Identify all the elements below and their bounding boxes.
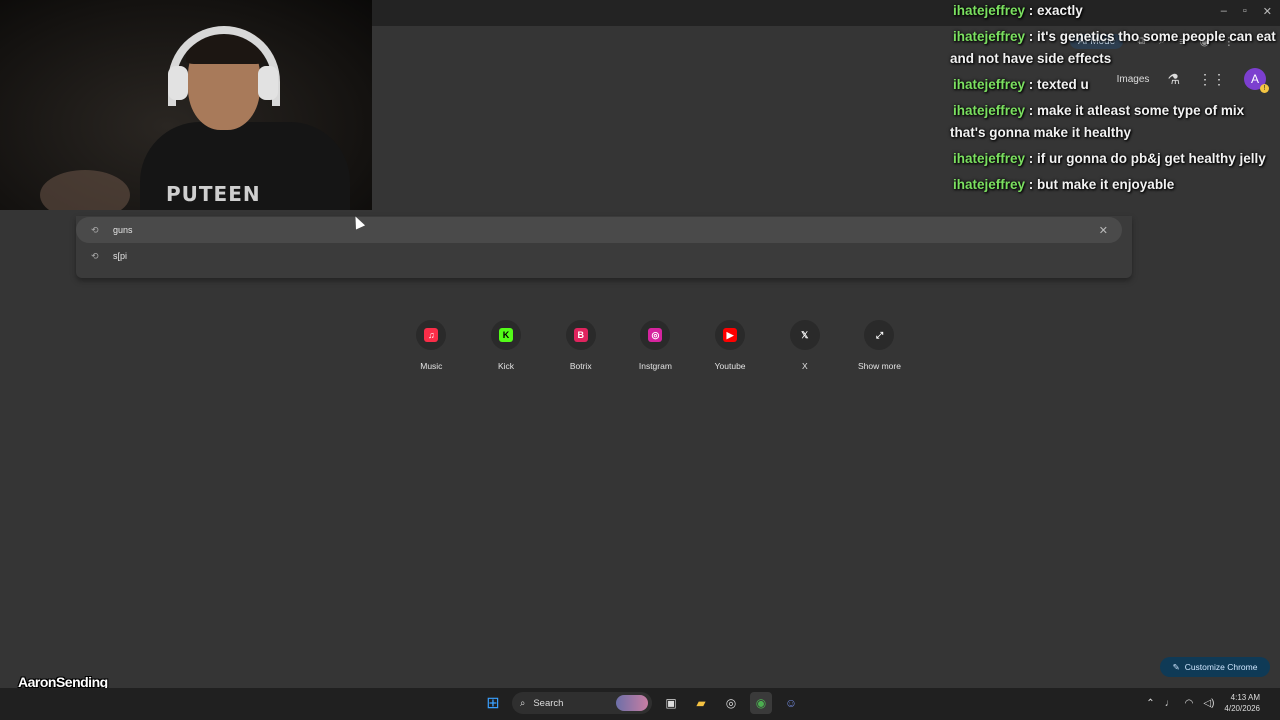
- chat-username: ihatejeffrey: [953, 3, 1026, 18]
- chat-username: ihatejeffrey: [953, 77, 1026, 92]
- history-icon: ⟲: [91, 250, 99, 261]
- headphone-left-cup: [168, 66, 188, 100]
- shirt-print: PUTEEN: [166, 182, 261, 206]
- shortcut-label: Botrix: [569, 361, 592, 371]
- shortcut-tile[interactable]: K Kick: [469, 320, 544, 371]
- x-icon: 𝕏: [797, 328, 812, 342]
- microphone-icon[interactable]: ♩: [1165, 698, 1175, 709]
- shortcut-label: Youtube: [714, 361, 746, 371]
- shortcut-tile[interactable]: ◎ Instgram: [618, 320, 693, 371]
- chat-separator: :: [1025, 29, 1038, 44]
- shortcut-tiles: ♫ Music K Kick B Botrix ◎ Instgram ▶ Youtube 𝕏 X ⤢ Sh…: [394, 320, 917, 371]
- shortcut-tile[interactable]: ♫ Music: [394, 320, 469, 371]
- shortcut-icon-circle: ▶: [715, 320, 746, 350]
- instagram-icon: ◎: [648, 328, 663, 342]
- shortcut-icon-circle: ⤢: [864, 320, 895, 350]
- shortcut-tile[interactable]: ▶ Youtube: [693, 320, 768, 371]
- chat-separator: :: [1025, 151, 1038, 166]
- shortcut-tile[interactable]: B Botrix: [543, 320, 618, 371]
- youtube-icon: ▶: [723, 328, 738, 342]
- chat-message: ihatejeffrey : exactly: [950, 0, 1280, 22]
- chat-message: ihatejeffrey : make it atleast some type…: [950, 100, 1280, 144]
- windows-taskbar: ⊞ ⌕ Search ▣ ▰ ◎ ◉ ☺ ⌃ ♩ ◠ ◁) 4:13 AM 4/…: [0, 688, 1280, 720]
- clock-date: 4/20/2026: [1224, 704, 1260, 713]
- chat-separator: :: [1025, 77, 1038, 92]
- chat-username: ihatejeffrey: [953, 151, 1026, 166]
- chat-text: exactly: [1037, 3, 1083, 18]
- shortcut-icon-circle: K: [491, 320, 522, 350]
- chat-message: ihatejeffrey : texted u: [950, 74, 1280, 96]
- discord-icon[interactable]: ☺: [780, 692, 802, 714]
- shortcut-icon-circle: ◎: [640, 320, 671, 350]
- chat-separator: :: [1025, 103, 1038, 118]
- history-icon: ⟲: [91, 224, 99, 235]
- chat-text: but make it enjoyable: [1037, 177, 1175, 192]
- pencil-icon: ✎: [1172, 661, 1180, 672]
- taskbar-apps: ⊞ ⌕ Search ▣ ▰ ◎ ◉ ☺: [482, 692, 802, 714]
- search-icon: ⌕: [520, 697, 526, 709]
- shortcut-icon-circle: 𝕏: [789, 320, 820, 350]
- shortcut-icon-circle: B: [565, 320, 596, 350]
- system-tray: ⌃ ♩ ◠ ◁) 4:13 AM 4/20/2026: [1146, 692, 1260, 714]
- shortcut-label: Music: [420, 361, 443, 371]
- chat-message: ihatejeffrey : if ur gonna do pb&j get h…: [950, 148, 1280, 170]
- shortcut-label: Kick: [498, 361, 515, 371]
- customize-chrome-label: Customize Chrome: [1184, 662, 1258, 672]
- shortcut-icon-circle: ♫: [416, 320, 447, 350]
- suggestion-text: guns: [113, 225, 133, 235]
- shortcut-label: Instgram: [638, 361, 672, 371]
- taskbar-search-box[interactable]: ⌕ Search: [512, 692, 652, 714]
- chat-username: ihatejeffrey: [953, 177, 1026, 192]
- remove-suggestion-icon[interactable]: ✕: [1099, 224, 1108, 237]
- chat-separator: :: [1025, 177, 1038, 192]
- obs-icon[interactable]: ◎: [720, 692, 742, 714]
- chat-message: ihatejeffrey : it's genetics tho some pe…: [950, 26, 1280, 70]
- chat-text: texted u: [1037, 77, 1089, 92]
- chrome-icon[interactable]: ◉: [750, 692, 772, 714]
- shortcut-label: Show more: [857, 361, 901, 371]
- volume-icon[interactable]: ◁): [1203, 698, 1214, 709]
- expand-icon: ⤢: [872, 328, 887, 342]
- windows-start-icon[interactable]: ⊞: [482, 692, 504, 714]
- shortcut-tile[interactable]: ⤢ Show more: [842, 320, 917, 371]
- shortcut-tile[interactable]: 𝕏X: [767, 320, 842, 371]
- search-suggestions-dropdown: ⟲ guns ✕ ⟲ s[pi: [76, 216, 1132, 278]
- chat-username: ihatejeffrey: [953, 103, 1026, 118]
- botrix-icon: B: [573, 328, 588, 342]
- task-view-icon[interactable]: ▣: [660, 692, 682, 714]
- webcam-overlay: PUTEEN: [0, 0, 372, 210]
- search-highlight-image: [616, 695, 648, 711]
- music-icon: ♫: [424, 328, 439, 342]
- shortcut-label: X: [801, 361, 808, 371]
- clock[interactable]: 4:13 AM 4/20/2026: [1224, 692, 1260, 714]
- tray-chevron-icon[interactable]: ⌃: [1146, 698, 1154, 709]
- suggestion-text: s[pi: [113, 251, 128, 261]
- file-explorer-icon[interactable]: ▰: [690, 692, 712, 714]
- suggestion-row[interactable]: ⟲ s[pi: [76, 243, 1122, 269]
- chat-text: if ur gonna do pb&j get healthy jelly: [1037, 151, 1266, 166]
- taskbar-search-label: Search: [533, 697, 564, 709]
- kick-icon: K: [499, 328, 514, 342]
- stream-chat-overlay: ihatejeffrey : exactly ihatejeffrey : it'…: [950, 0, 1280, 200]
- chat-message: ihatejeffrey : but make it enjoyable: [950, 174, 1280, 196]
- chat-username: ihatejeffrey: [953, 29, 1026, 44]
- webcam-hand-blur: [40, 170, 130, 210]
- clock-time: 4:13 AM: [1230, 693, 1260, 702]
- suggestion-row[interactable]: ⟲ guns ✕: [76, 217, 1122, 243]
- customize-chrome-button[interactable]: ✎ Customize Chrome: [1160, 657, 1270, 677]
- headphone-right-cup: [258, 66, 278, 100]
- wifi-icon[interactable]: ◠: [1185, 698, 1194, 709]
- chat-separator: :: [1025, 3, 1038, 18]
